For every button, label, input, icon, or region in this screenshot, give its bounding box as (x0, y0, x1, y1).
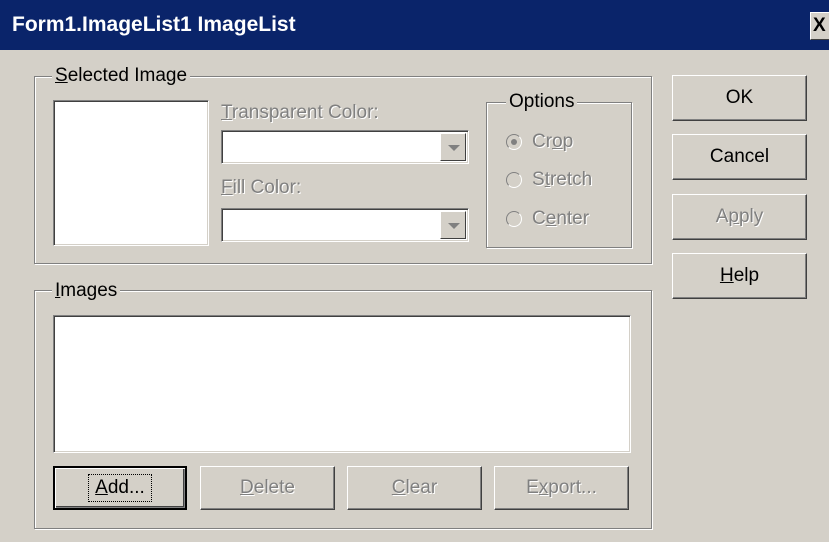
images-list[interactable] (53, 315, 631, 453)
transparent-color-mnemonic: T (221, 102, 232, 123)
selected-image-label-rest: elected Image (67, 65, 188, 86)
radio-center[interactable]: Center (506, 208, 589, 230)
image-preview (53, 100, 209, 246)
window-title: Form1.ImageList1 ImageList (12, 13, 296, 36)
fill-color-select[interactable] (221, 208, 469, 242)
fill-color-mnemonic: F (221, 177, 233, 198)
chevron-down-icon[interactable] (440, 133, 466, 161)
images-label: Images (52, 280, 121, 301)
radio-crop-label: Crop (532, 131, 574, 152)
help-button-label: Help (719, 265, 760, 286)
close-icon: X (813, 15, 826, 36)
delete-button[interactable]: Delete (200, 466, 335, 510)
chevron-down-icon[interactable] (440, 211, 466, 239)
options-label: Options (506, 92, 578, 112)
help-button[interactable]: Help (672, 253, 807, 299)
radio-crop[interactable]: Crop (506, 131, 573, 153)
radio-checked-icon (506, 134, 522, 150)
cancel-button-label: Cancel (709, 146, 770, 167)
apply-button[interactable]: Apply (672, 194, 807, 240)
transparent-color-label-rest: ransparent Color: (231, 102, 379, 123)
fill-color-label: Fill Color: (221, 177, 301, 199)
transparent-color-label: Transparent Color: (221, 102, 379, 124)
radio-unchecked-icon (506, 211, 522, 227)
title-bar: Form1.ImageList1 ImageList X (0, 0, 829, 50)
images-label-rest: mages (60, 280, 118, 301)
export-button[interactable]: Export... (494, 466, 629, 510)
clear-button-label: Clear (391, 477, 438, 498)
export-button-label: Export... (526, 477, 597, 498)
clear-button[interactable]: Clear (347, 466, 482, 510)
add-button-label: Add... (88, 474, 152, 502)
selected-image-label: Selected Image (52, 65, 191, 86)
ok-button-label: OK (725, 87, 754, 108)
radio-unchecked-icon (506, 172, 522, 188)
close-button[interactable]: X (810, 12, 829, 40)
radio-stretch-label: Stretch (532, 169, 593, 190)
add-button[interactable]: Add... (53, 466, 187, 510)
apply-button-label: Apply (715, 206, 764, 227)
radio-stretch[interactable]: Stretch (506, 169, 592, 191)
radio-center-label: Center (532, 208, 590, 229)
fill-color-label-rest: ill Color: (232, 177, 302, 198)
transparent-color-select[interactable] (221, 130, 469, 164)
ok-button[interactable]: OK (672, 75, 807, 121)
cancel-button[interactable]: Cancel (672, 134, 807, 180)
selected-image-label-mnemonic: S (55, 65, 68, 86)
delete-button-label: Delete (240, 477, 295, 498)
